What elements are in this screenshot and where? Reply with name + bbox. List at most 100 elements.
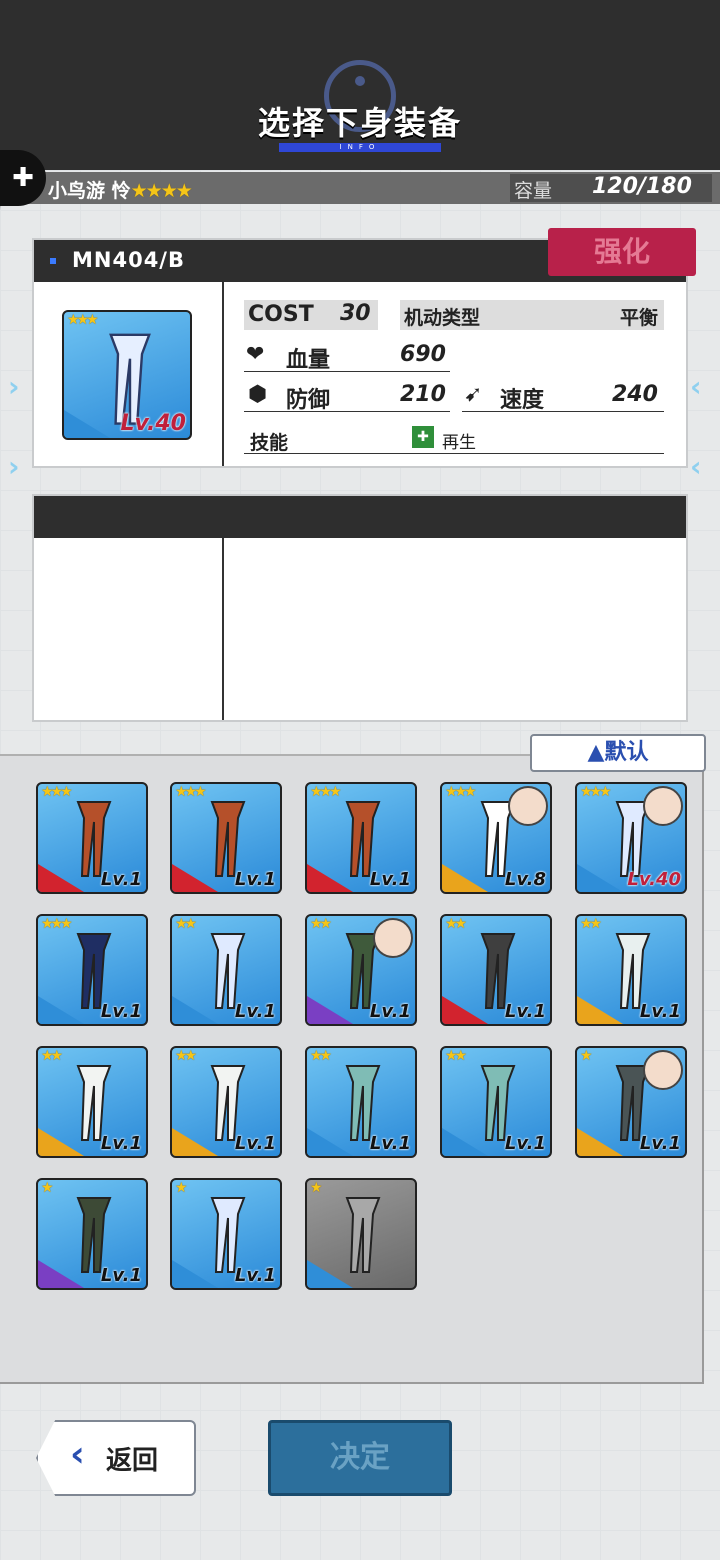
item-level: Lv.1 — [100, 1001, 142, 1022]
rarity-stars: ★★ — [310, 916, 332, 932]
item-level: Lv.8 — [504, 869, 546, 890]
legs-icon — [210, 933, 246, 1009]
cost-value: 30 — [340, 301, 371, 326]
cost-row: COST 30 — [244, 300, 378, 330]
equipment-item[interactable]: ★★ Lv.1 — [305, 1046, 417, 1158]
pilot-stars: ★★★★ — [130, 180, 193, 202]
item-level: Lv.1 — [234, 1001, 276, 1022]
compare-card — [32, 494, 688, 722]
chevron-decor-icon: ‹ — [690, 370, 702, 403]
hp-value: 690 — [400, 342, 446, 367]
rarity-stars: ★★★ — [310, 784, 342, 800]
item-level: Lv.1 — [100, 869, 142, 890]
rarity-stars: ★★ — [445, 916, 467, 932]
legs-icon — [210, 1197, 246, 1273]
skill-label: 技能 — [250, 432, 289, 454]
equipment-item[interactable]: ★★ Lv.1 — [170, 1046, 282, 1158]
compare-card-header — [34, 496, 686, 538]
rarity-stars: ★ — [580, 1048, 592, 1064]
mobility-label: 机动类型 — [404, 307, 481, 329]
item-level: Lv.1 — [639, 1001, 681, 1022]
legs-icon — [76, 1197, 112, 1273]
wing-icon: ➹ — [464, 382, 483, 407]
legs-icon — [210, 801, 246, 877]
equipment-item[interactable]: ★★★ Lv.8 — [440, 782, 552, 894]
item-level: Lv.40 — [627, 869, 681, 890]
regen-icon: ✚ — [412, 426, 434, 448]
skill-row: 技能 ✚ 再生 — [244, 424, 664, 454]
equipment-item[interactable]: ★ Lv.1 — [575, 1046, 687, 1158]
rarity-stars: ★★ — [445, 1048, 467, 1064]
legs-icon — [76, 933, 112, 1009]
rarity-stars: ★★ — [41, 1048, 63, 1064]
chevron-decor-icon: ‹ — [690, 450, 702, 483]
equipment-name: MN404/B — [72, 248, 185, 272]
rarity-stars: ★★ — [175, 1048, 197, 1064]
equipment-item[interactable]: ★★ Lv.1 — [36, 1046, 148, 1158]
equipment-item[interactable]: ★★★ Lv.1 — [36, 914, 148, 1026]
defense-label: 防御 — [286, 388, 331, 413]
item-level: Lv.1 — [234, 1133, 276, 1154]
hp-label: 血量 — [286, 348, 331, 373]
item-level: Lv.1 — [100, 1265, 142, 1286]
equipment-item[interactable]: ★★★ Lv.1 — [170, 782, 282, 894]
capacity-label: 容量 — [514, 180, 553, 202]
item-level: Lv.1 — [100, 1133, 142, 1154]
item-level: Lv.1 — [369, 1133, 411, 1154]
speed-label: 速度 — [500, 388, 545, 413]
hp-row: ❤ 血量 690 — [244, 342, 450, 373]
capacity-value: 120/180 — [592, 174, 692, 199]
mobility-value: 平衡 — [620, 307, 659, 329]
legs-icon — [480, 1065, 516, 1141]
legs-icon — [76, 801, 112, 877]
rarity-stars: ★★ — [175, 916, 197, 932]
strengthen-button[interactable]: 强化 — [548, 228, 696, 276]
legs-icon — [76, 1065, 112, 1141]
pilot-name: 小鸟游 怜★★★★ — [48, 176, 193, 203]
equipment-item[interactable]: ★ — [305, 1178, 417, 1290]
rarity-stars: ★★★ — [41, 916, 73, 932]
sort-button[interactable]: ▲默认 — [530, 734, 706, 772]
pilot-name-text: 小鸟游 怜 — [48, 180, 131, 202]
rarity-stars: ★ — [310, 1180, 322, 1196]
rarity-stars: ★ — [175, 1180, 187, 1196]
equipment-item[interactable]: ★★ Lv.1 — [170, 914, 282, 1026]
rarity-stars: ★★★ — [580, 784, 612, 800]
equipment-item[interactable]: ★★★ Lv.40 — [575, 782, 687, 894]
legs-icon — [480, 933, 516, 1009]
item-level: Lv.1 — [234, 869, 276, 890]
bullet-icon — [50, 258, 56, 264]
pilot-avatar-icon — [643, 1050, 683, 1090]
speed-row: ➹ 速度 240 — [462, 382, 664, 413]
equipment-item[interactable]: ★★★ Lv.1 — [305, 782, 417, 894]
back-button-label: 返回 — [106, 1446, 159, 1476]
equipment-item[interactable]: ★★ Lv.1 — [575, 914, 687, 1026]
equipment-item[interactable]: ★★ Lv.1 — [440, 914, 552, 1026]
equipment-item[interactable]: ★ Lv.1 — [36, 1178, 148, 1290]
speed-value: 240 — [612, 382, 658, 407]
equipment-item[interactable]: ★★ Lv.1 — [440, 1046, 552, 1158]
rarity-stars: ★★★ — [445, 784, 477, 800]
rarity-stars: ★★★ — [67, 312, 99, 328]
legs-icon — [210, 1065, 246, 1141]
legs-icon — [615, 933, 651, 1009]
legs-icon — [345, 1197, 381, 1273]
legs-icon — [345, 1065, 381, 1141]
rarity-stars: ★ — [41, 1180, 53, 1196]
shield-icon: ⬢ — [248, 382, 268, 407]
equipment-item[interactable]: ★★★ Lv.1 — [36, 782, 148, 894]
chevron-decor-icon: › — [8, 370, 20, 403]
chevron-left-icon: ‹ — [70, 1434, 85, 1475]
confirm-button[interactable]: 决定 — [268, 1420, 452, 1496]
equipment-item[interactable]: ★★ Lv.1 — [305, 914, 417, 1026]
equipment-item[interactable]: ★ Lv.1 — [170, 1178, 282, 1290]
pilot-avatar-icon — [508, 786, 548, 826]
cost-label: COST — [248, 302, 314, 327]
defense-row: ⬢ 防御 210 — [244, 382, 450, 413]
rarity-stars: ★★★ — [175, 784, 207, 800]
pilot-avatar-icon — [643, 786, 683, 826]
item-level: Lv.1 — [369, 1001, 411, 1022]
mobility-row: 机动类型 平衡 — [400, 300, 664, 330]
defense-value: 210 — [400, 382, 446, 407]
title-underline: INFO — [279, 143, 441, 152]
